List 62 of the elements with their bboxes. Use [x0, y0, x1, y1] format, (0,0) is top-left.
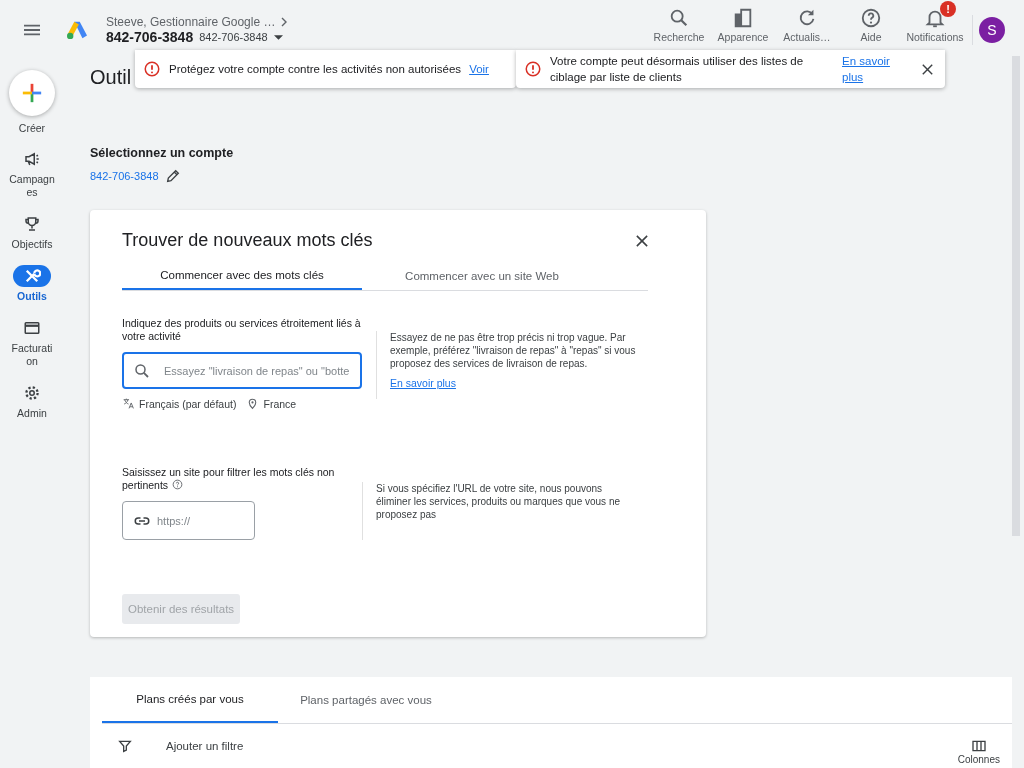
translate-icon: [122, 397, 135, 410]
alert-text: Protégez votre compte contre les activités non autorisées: [169, 62, 462, 77]
search-icon: [133, 362, 151, 380]
page-title: Outil: [90, 66, 132, 89]
field-label: Indiquez des produits ou services étroitement liés à votre activité: [122, 317, 362, 343]
caret-icon[interactable]: [273, 34, 283, 40]
create-button[interactable]: [9, 70, 55, 116]
help-icon: [860, 7, 882, 29]
card-icon: [23, 319, 41, 337]
close-icon[interactable]: [636, 234, 648, 247]
menu-icon[interactable]: [24, 24, 40, 36]
keyword-input[interactable]: Essayez "livraison de repas" ou "botte: [122, 352, 362, 389]
toolbar-button[interactable]: Aide: [840, 0, 902, 43]
gear-icon: [23, 384, 41, 402]
hint-text: Si vous spécifiez l'URL de votre site, nous pouvons éliminer les services, produits ou marques que vous ne proposez pas: [376, 482, 621, 521]
help-icon[interactable]: [172, 479, 184, 490]
field-label: Saisissez un site pour filtrer les mots clés non pertinents: [122, 466, 336, 492]
sidebar-item[interactable]: Outils: [3, 265, 61, 303]
sidebar-item[interactable]: Objectifs: [3, 213, 61, 251]
toolbar-button[interactable]: Actualis…: [776, 0, 838, 43]
tab[interactable]: Plans créés par vous: [102, 677, 278, 723]
search-icon: [668, 7, 690, 29]
megaphone-icon: [23, 150, 41, 168]
language-selector[interactable]: Français (par défaut): [139, 397, 237, 410]
location-selector[interactable]: France: [263, 397, 297, 410]
url-input[interactable]: https://: [122, 501, 255, 540]
account-link[interactable]: 842-706-3848: [90, 170, 159, 182]
toolbar-button[interactable]: Apparence: [712, 0, 774, 43]
toolbar-button[interactable]: ! Notifications: [904, 0, 966, 43]
plus-icon: [21, 82, 43, 104]
account-id: 842-706-3848: [106, 29, 194, 45]
alert-link[interactable]: En savoir plus: [842, 53, 902, 85]
add-filter-button[interactable]: Ajouter un filtre: [166, 740, 244, 752]
sidebar-item[interactable]: Admin: [3, 382, 61, 420]
section-title: Sélectionnez un compte: [90, 146, 235, 160]
sidebar-item[interactable]: Facturation: [3, 317, 61, 368]
warning-icon: [524, 60, 542, 78]
avatar[interactable]: S: [979, 17, 1005, 43]
logo-icon[interactable]: [66, 20, 88, 40]
tools-icon: [23, 267, 41, 285]
close-icon[interactable]: [922, 63, 933, 75]
learn-more-link[interactable]: En savoir plus: [390, 377, 456, 389]
appearance-icon: [732, 7, 754, 29]
columns-button[interactable]: Colonnes: [957, 737, 1000, 765]
chevron-right-icon[interactable]: [281, 17, 288, 27]
create-label: Créer: [18, 122, 46, 134]
sidebar-item[interactable]: Campagnes: [3, 148, 61, 199]
trophy-icon: [23, 215, 41, 233]
tab[interactable]: Commencer avec un site Web: [362, 261, 602, 290]
account-sub-id: 842-706-3848: [199, 31, 268, 43]
filter-icon[interactable]: [117, 738, 133, 754]
alert-link[interactable]: Voir: [469, 61, 489, 77]
edit-icon[interactable]: [164, 168, 181, 184]
account-breadcrumb[interactable]: Steeve, Gestionnaire Google …: [106, 15, 276, 29]
tab[interactable]: Commencer avec des mots clés: [122, 261, 362, 290]
tab[interactable]: Plans partagés avec vous: [278, 677, 454, 723]
toolbar-button[interactable]: Recherche: [648, 0, 710, 43]
warning-icon: [143, 60, 161, 78]
dialog-title: Trouver de nouveaux mots clés: [122, 230, 373, 251]
hint-text: Essayez de ne pas être trop précis ni trop vague. Par exemple, préférez "livraison de repas" à "repas" si vous proposez des services de livraison de repas.: [390, 331, 637, 370]
alert-text: Votre compte peut désormais utiliser des listes de ciblage par liste de clients: [550, 54, 805, 85]
notification-badge: !: [940, 1, 956, 17]
